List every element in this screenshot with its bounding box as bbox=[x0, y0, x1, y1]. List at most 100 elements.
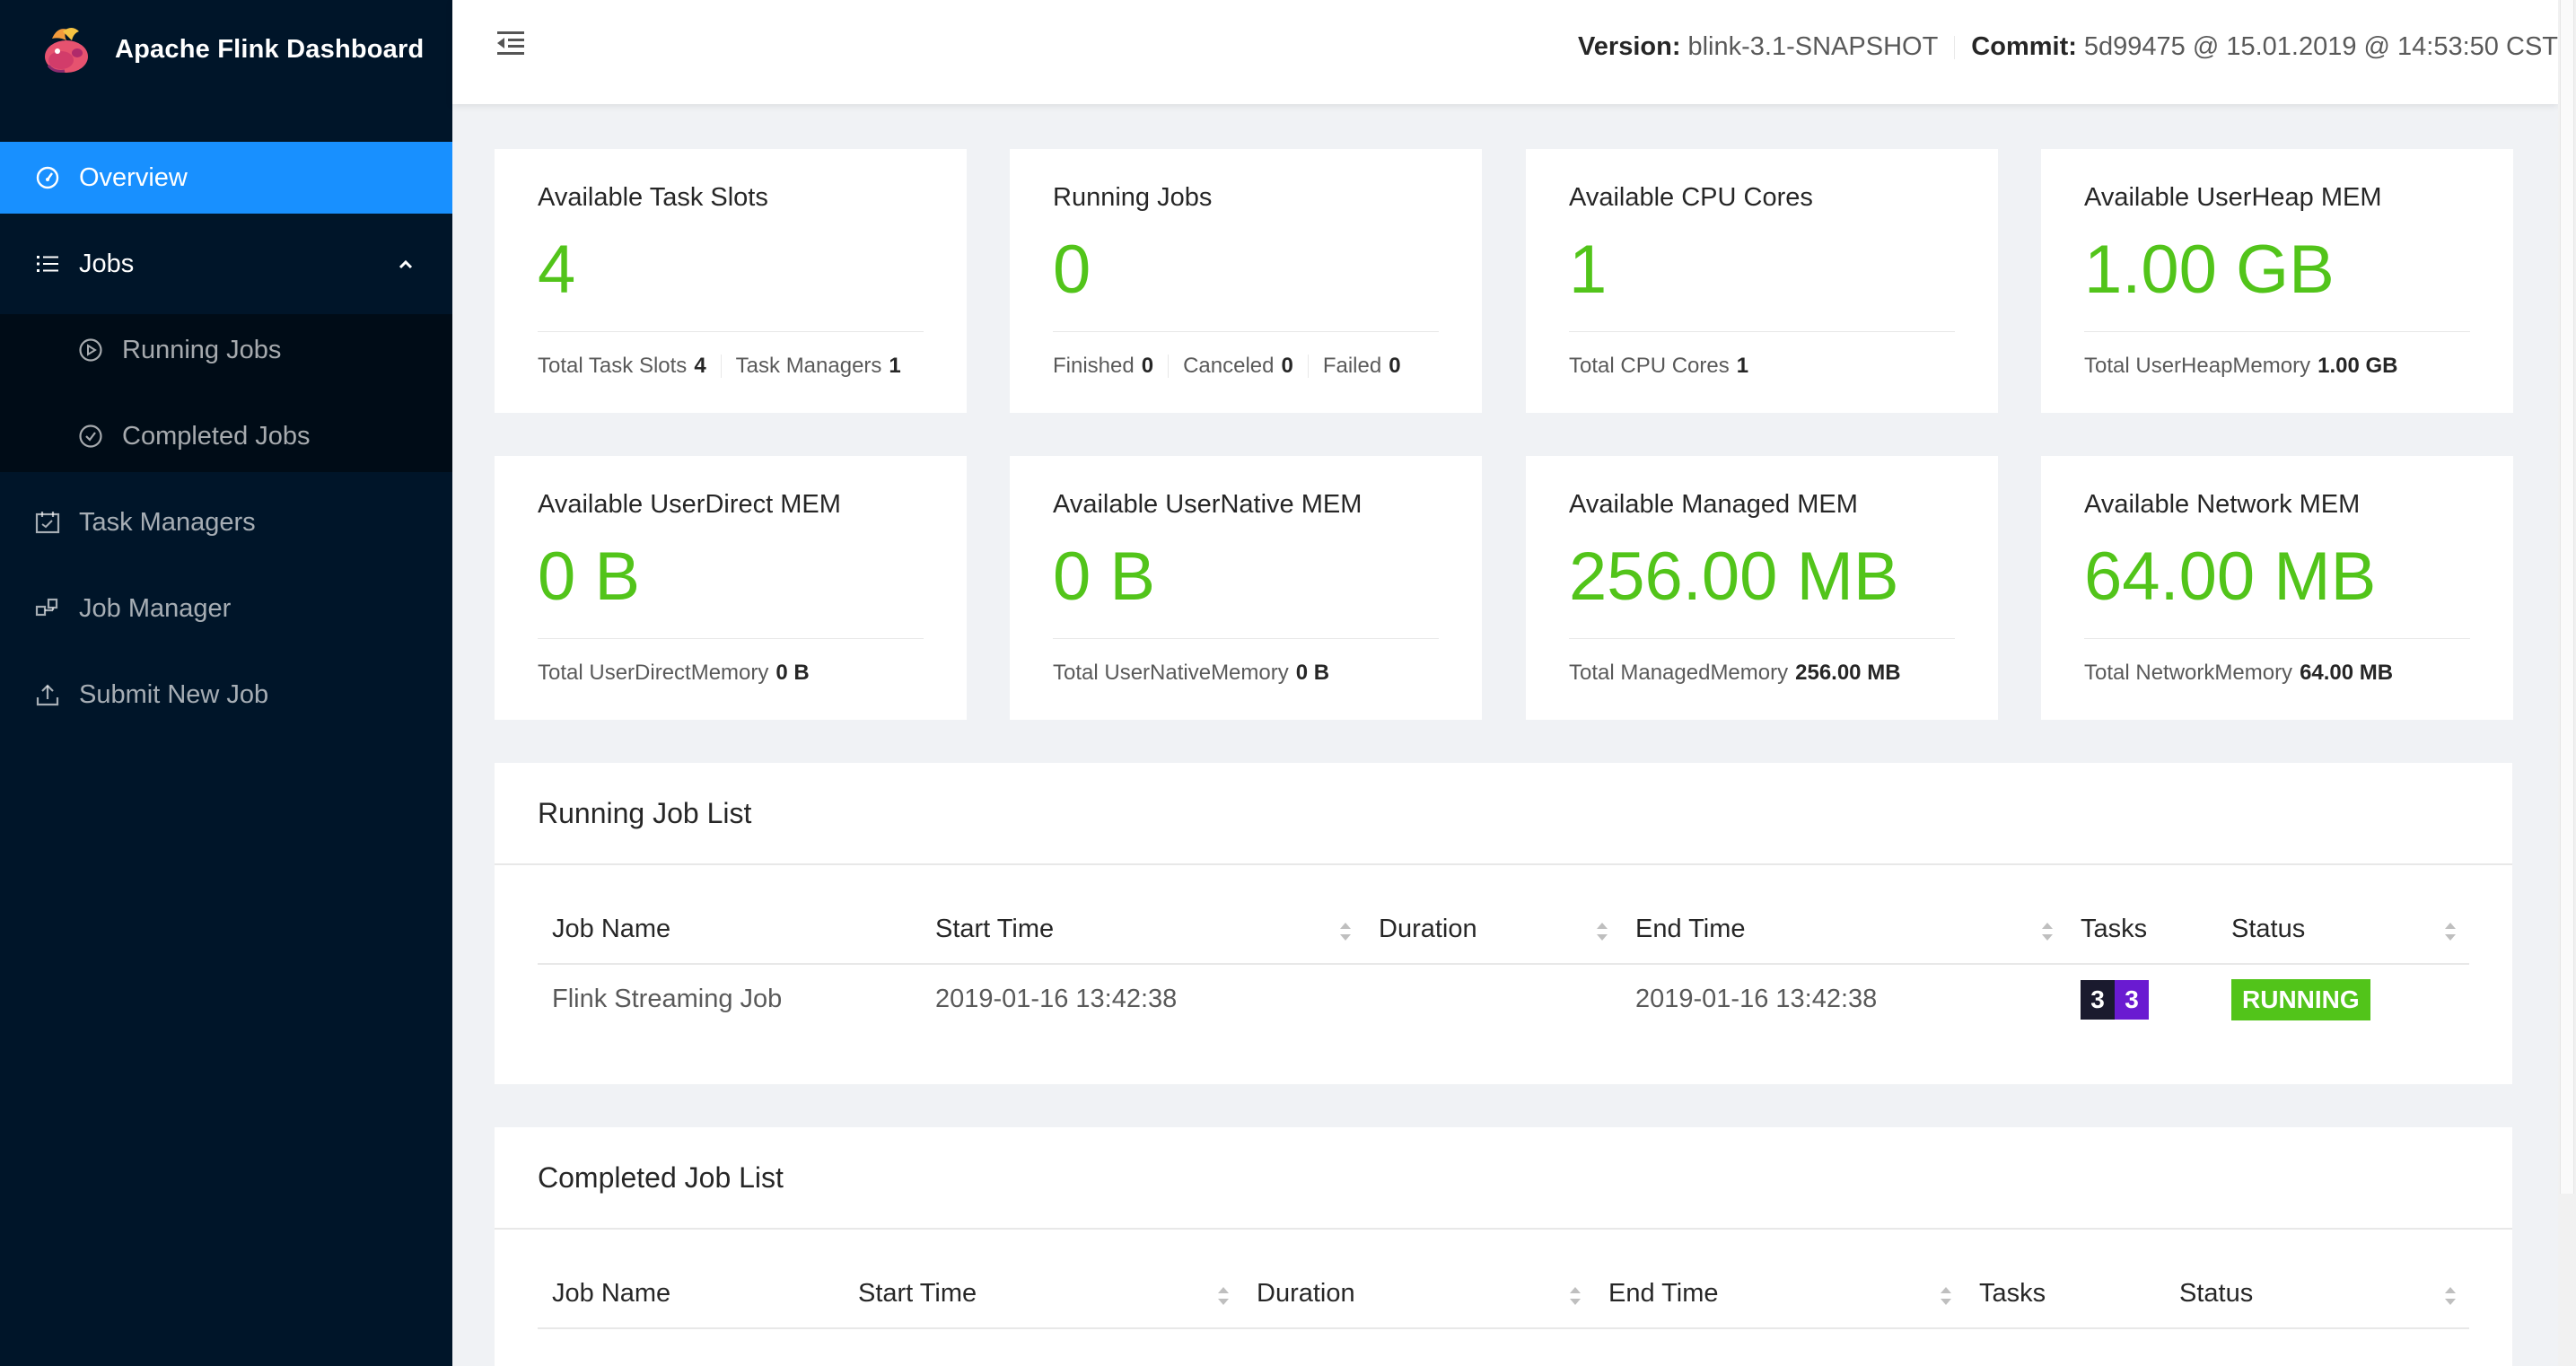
stat-footer-label: Canceled bbox=[1183, 354, 1275, 378]
sidebar-item-job-manager[interactable]: Job Manager bbox=[0, 573, 452, 644]
completed-job-table: Job Name Start Time Duration End Time Ta… bbox=[538, 1260, 2469, 1329]
divider bbox=[538, 638, 924, 639]
running-job-table-wrap: Job Name Start Time Duration End Time Ta… bbox=[495, 865, 2512, 1034]
cluster-icon bbox=[34, 595, 61, 622]
version-label: Version: bbox=[1578, 32, 1681, 61]
jobs-submenu: Running Jobs Completed Jobs bbox=[0, 314, 452, 472]
cell-duration bbox=[1364, 964, 1621, 1034]
column-header-tasks: Tasks bbox=[1965, 1260, 2165, 1329]
stat-value: 0 B bbox=[538, 539, 641, 615]
stat-footer-value: 0 bbox=[1389, 354, 1401, 378]
table-row[interactable]: Flink Streaming Job 2019-01-16 13:42:38 … bbox=[538, 964, 2469, 1034]
sidebar-item-jobs[interactable]: Jobs bbox=[0, 228, 452, 300]
column-header-tasks: Tasks bbox=[2066, 896, 2217, 965]
stat-footer: Total UserDirectMemory 0 B bbox=[538, 661, 924, 686]
sidebar: Apache Flink Dashboard Overview Jobs Run… bbox=[0, 0, 452, 1366]
cell-end-time: 2019-01-16 13:42:38 bbox=[1635, 985, 1878, 1013]
card-title: Running Job List bbox=[495, 763, 2512, 865]
divider bbox=[1053, 638, 1439, 639]
sidebar-item-overview[interactable]: Overview bbox=[0, 142, 452, 214]
sidebar-item-task-managers[interactable]: Task Managers bbox=[0, 486, 452, 558]
stat-footer-label: Total NetworkMemory bbox=[2084, 661, 2293, 685]
stat-footer-value: 0 B bbox=[1295, 661, 1330, 685]
column-header-status[interactable]: Status bbox=[2217, 896, 2469, 965]
stat-card-task-slots: Available Task Slots 4 Total Task Slots 4… bbox=[495, 149, 967, 413]
column-header-duration[interactable]: Duration bbox=[1364, 896, 1621, 965]
sidebar-item-submit-new-job[interactable]: Submit New Job bbox=[0, 659, 452, 731]
stat-footer-label: Task Managers bbox=[735, 354, 882, 378]
running-job-table: Job Name Start Time Duration End Time Ta… bbox=[538, 896, 2469, 1034]
column-header-label: Start Time bbox=[935, 915, 1055, 943]
divider bbox=[2084, 638, 2470, 639]
table-header-row: Job Name Start Time Duration End Time Ta… bbox=[538, 896, 2469, 965]
sort-icon[interactable] bbox=[1594, 919, 1610, 944]
task-count-total: 3 bbox=[2081, 979, 2115, 1020]
stat-card-userdirect-mem: Available UserDirect MEM 0 B Total UserD… bbox=[495, 456, 967, 720]
column-header-status[interactable]: Status bbox=[2165, 1260, 2469, 1329]
column-header-start-time[interactable]: Start Time bbox=[844, 1260, 1242, 1329]
stat-title: Available Managed MEM bbox=[1569, 490, 1858, 519]
sort-icon[interactable] bbox=[2039, 919, 2055, 944]
sidebar-item-completed-jobs[interactable]: Completed Jobs bbox=[0, 400, 452, 472]
stat-footer: Total NetworkMemory 64.00 MB bbox=[2084, 661, 2470, 686]
column-header-end-time[interactable]: End Time bbox=[1594, 1260, 1965, 1329]
stat-footer: Finished 0 Canceled 0 Failed 0 bbox=[1053, 354, 1439, 379]
column-header-label: Tasks bbox=[1979, 1279, 2046, 1308]
check-circle-icon bbox=[77, 423, 104, 450]
stat-footer-label: Total UserDirectMemory bbox=[538, 661, 769, 685]
column-header-start-time[interactable]: Start Time bbox=[921, 896, 1364, 965]
stat-footer-value: 64.00 MB bbox=[2300, 661, 2394, 685]
stat-footer-label: Total UserHeapMemory bbox=[2084, 354, 2311, 378]
column-header-job-name[interactable]: Job Name bbox=[538, 896, 921, 965]
stat-footer: Total ManagedMemory 256.00 MB bbox=[1569, 661, 1955, 686]
sort-icon[interactable] bbox=[2442, 1283, 2458, 1309]
divider bbox=[720, 355, 722, 378]
stat-card-cpu-cores: Available CPU Cores 1 Total CPU Cores 1 bbox=[1526, 149, 1998, 413]
divider bbox=[2084, 331, 2470, 332]
page-scrollbar[interactable] bbox=[2558, 0, 2576, 1366]
app-title: Apache Flink Dashboard bbox=[115, 34, 425, 64]
stat-footer-value: 1 bbox=[1736, 354, 1749, 378]
stat-title: Available UserNative MEM bbox=[1053, 490, 1362, 519]
column-header-label: Status bbox=[2179, 1279, 2254, 1308]
stat-card-usernative-mem: Available UserNative MEM 0 B Total UserN… bbox=[1010, 456, 1482, 720]
column-header-label: Status bbox=[2231, 915, 2306, 943]
divider bbox=[1569, 638, 1955, 639]
running-job-list-card: Running Job List Job Name Start Time Dur… bbox=[495, 763, 2512, 1084]
stat-card-userheap-mem: Available UserHeap MEM 1.00 GB Total Use… bbox=[2041, 149, 2513, 413]
upload-icon bbox=[34, 681, 61, 708]
schedule-icon bbox=[34, 509, 61, 536]
column-header-duration[interactable]: Duration bbox=[1242, 1260, 1594, 1329]
sort-icon[interactable] bbox=[1567, 1283, 1583, 1309]
menu-fold-icon[interactable] bbox=[495, 27, 531, 63]
stat-footer-label: Finished bbox=[1053, 354, 1135, 378]
column-header-label: Job Name bbox=[552, 915, 671, 943]
sort-icon[interactable] bbox=[1215, 1283, 1231, 1309]
stat-title: Running Jobs bbox=[1053, 183, 1213, 212]
column-header-label: End Time bbox=[1608, 1279, 1719, 1308]
sort-icon[interactable] bbox=[1337, 919, 1354, 944]
sidebar-item-label: Overview bbox=[79, 162, 188, 192]
column-header-label: End Time bbox=[1635, 915, 1746, 943]
divider bbox=[538, 331, 924, 332]
version-value: blink-3.1-SNAPSHOT bbox=[1687, 32, 1939, 61]
stat-footer-value: 0 bbox=[1281, 354, 1293, 378]
sidebar-item-label: Running Jobs bbox=[122, 335, 282, 364]
stat-footer-label: Total ManagedMemory bbox=[1569, 661, 1789, 685]
card-title: Completed Job List bbox=[495, 1127, 2512, 1230]
brand[interactable]: Apache Flink Dashboard bbox=[0, 0, 452, 99]
column-header-end-time[interactable]: End Time bbox=[1621, 896, 2066, 965]
play-circle-icon bbox=[77, 337, 104, 363]
dashboard-icon bbox=[34, 164, 61, 191]
scrollbar-thumb[interactable] bbox=[2560, 0, 2574, 1194]
sort-icon[interactable] bbox=[2442, 919, 2458, 944]
stat-title: Available Task Slots bbox=[538, 183, 768, 212]
stat-footer-label: Total Task Slots bbox=[538, 354, 688, 378]
column-header-job-name[interactable]: Job Name bbox=[538, 1260, 844, 1329]
chevron-up-icon bbox=[395, 253, 416, 275]
divider bbox=[1053, 331, 1439, 332]
sort-icon[interactable] bbox=[1938, 1283, 1954, 1309]
stat-footer-label: Total UserNativeMemory bbox=[1053, 661, 1289, 685]
stat-value: 64.00 MB bbox=[2084, 539, 2377, 615]
sidebar-item-running-jobs[interactable]: Running Jobs bbox=[0, 314, 452, 386]
